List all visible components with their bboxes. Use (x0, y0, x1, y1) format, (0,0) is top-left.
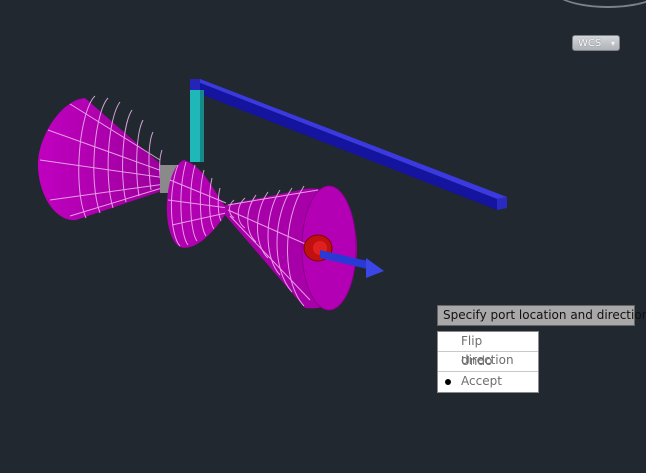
menu-item-accept[interactable]: Accept (438, 372, 538, 392)
ucs-menu-button[interactable]: WCS ▾ (572, 35, 620, 51)
command-prompt-tooltip: Specify port location and direction (437, 305, 646, 326)
left-cone[interactable] (37, 95, 167, 221)
options-menu: Flip direction Undo Accept (437, 331, 539, 393)
menu-item-undo[interactable]: Undo (438, 352, 538, 372)
menu-item-flip-direction[interactable]: Flip direction (438, 332, 538, 367)
beam[interactable] (190, 79, 507, 210)
menu-item-label: Accept (461, 374, 502, 388)
ucs-label: WCS (578, 37, 602, 49)
support-post[interactable] (190, 90, 204, 162)
chevron-down-icon: ▾ (610, 38, 615, 48)
menu-item-label: Undo (461, 354, 493, 368)
selected-bullet-icon (445, 379, 451, 385)
right-cone[interactable] (225, 185, 358, 311)
prompt-text: Specify port location and direction (443, 308, 646, 322)
middle-cone[interactable] (166, 160, 229, 248)
model-viewport[interactable] (0, 0, 646, 473)
